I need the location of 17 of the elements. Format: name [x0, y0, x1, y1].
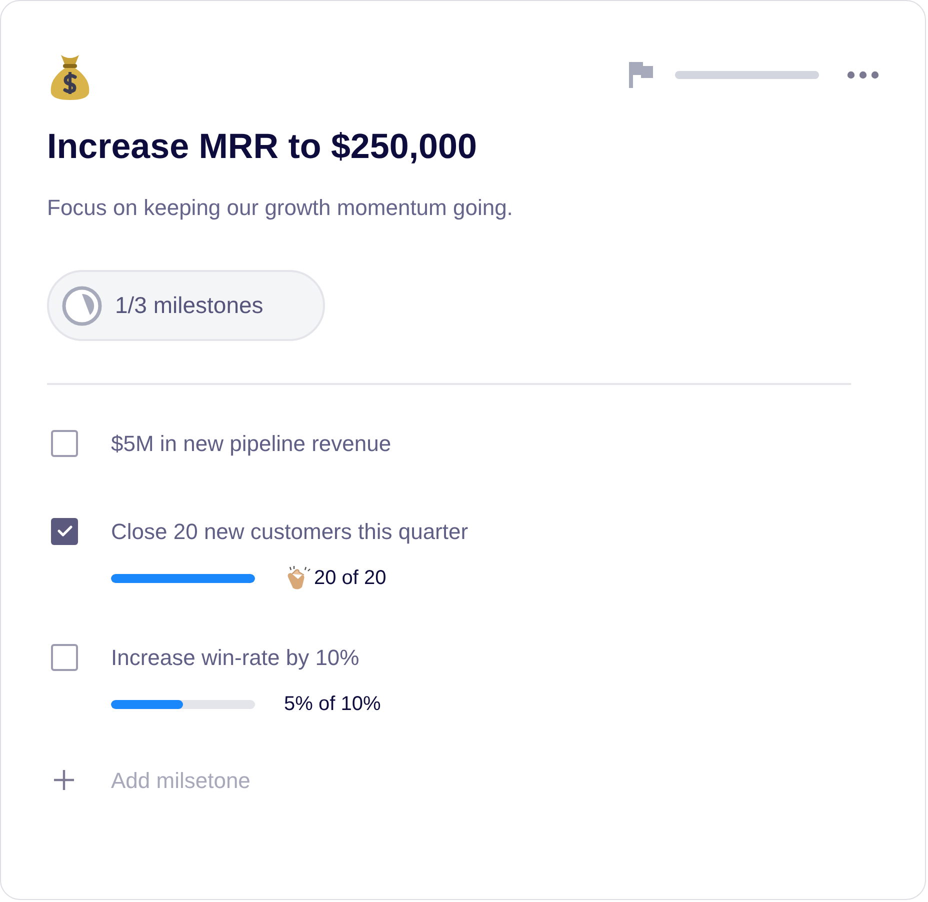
goal-description: Focus on keeping our growth momentum going. [47, 194, 514, 222]
add-milestone-field[interactable]: Add milsetone [111, 764, 411, 796]
plus-icon [53, 769, 75, 791]
checkbox[interactable] [51, 518, 78, 544]
checkbox[interactable] [51, 644, 78, 670]
milestone-text: $5M in new pipeline revenue [111, 430, 392, 458]
checkbox[interactable] [51, 430, 78, 456]
progress-text: 20 of 20 [314, 566, 386, 591]
flag-icon[interactable] [629, 62, 653, 88]
goal-title: Increase MRR to $250,000 [47, 126, 478, 168]
milestone-text: Increase win-rate by 10% [111, 644, 360, 672]
milestone-text: Close 20 new customers this quarter [111, 518, 468, 546]
check-icon [56, 524, 72, 538]
pie-progress-icon [61, 284, 103, 326]
milestones-count: 1/3 milestones [115, 291, 264, 320]
more-icon [847, 71, 879, 79]
progress-text: 5% of 10% [284, 692, 381, 717]
